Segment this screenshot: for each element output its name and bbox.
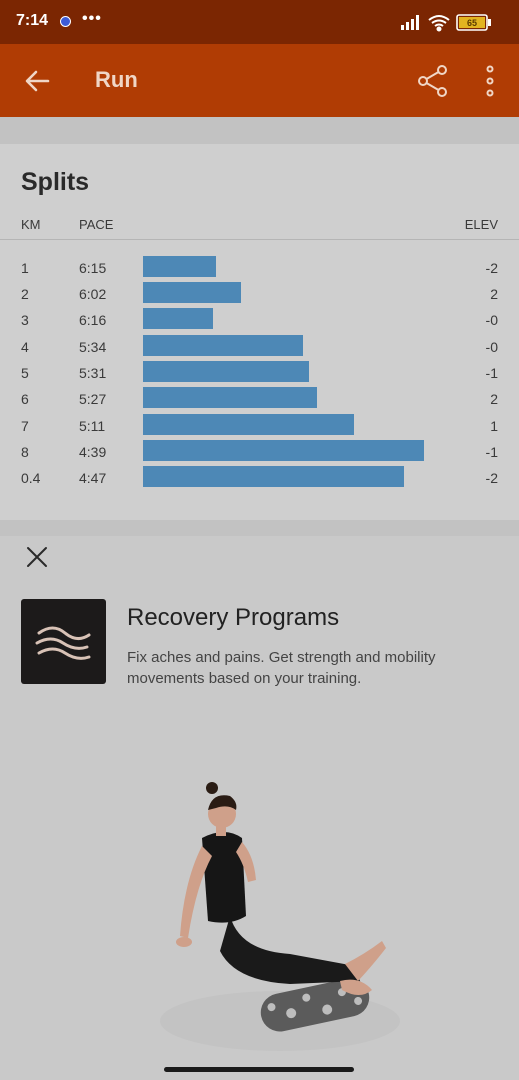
foam-roller-exercise-image <box>160 782 400 1051</box>
split-pace: 5:27 <box>79 391 107 407</box>
status-bar: 7:14 ••• 65 <box>0 0 519 44</box>
pace-bar <box>143 308 213 329</box>
pace-bar <box>143 466 404 487</box>
share-icon[interactable] <box>416 64 450 98</box>
split-row: 0.4 4:47 -2 <box>0 466 519 492</box>
split-km: 6 <box>21 391 29 407</box>
split-km: 3 <box>21 312 29 328</box>
split-km: 4 <box>21 339 29 355</box>
pace-bar <box>143 335 303 356</box>
elev-header: ELEV <box>464 217 498 232</box>
split-km: 0.4 <box>21 470 41 486</box>
more-options-icon[interactable] <box>482 64 498 98</box>
split-elev: -2 <box>485 470 498 486</box>
status-icons: 65 <box>401 14 491 32</box>
split-elev: -1 <box>485 444 498 460</box>
split-elev: 2 <box>490 286 498 302</box>
split-pace: 5:31 <box>79 365 107 381</box>
promo-title: Recovery Programs <box>127 604 340 631</box>
split-km: 5 <box>21 365 29 381</box>
pace-bar <box>143 414 354 435</box>
split-row: 1 6:15 -2 <box>0 256 519 282</box>
split-elev: -0 <box>485 339 498 355</box>
header-divider <box>0 239 519 240</box>
app-bar: Run <box>0 44 519 117</box>
page-title: Run <box>95 67 138 92</box>
signal-icon <box>401 15 419 30</box>
split-row: 3 6:16 -0 <box>0 308 519 334</box>
split-row: 6 5:27 2 <box>0 387 519 413</box>
recovery-promo-card[interactable]: Recovery Programs Fix aches and pains. G… <box>0 536 519 1080</box>
status-time: 7:14 <box>16 12 49 29</box>
section-divider <box>0 117 519 144</box>
split-km: 2 <box>21 286 29 302</box>
split-row: 7 5:11 1 <box>0 414 519 440</box>
split-pace: 5:34 <box>79 339 107 355</box>
close-icon[interactable] <box>25 545 49 569</box>
split-row: 5 5:31 -1 <box>0 361 519 387</box>
km-header: KM <box>21 217 41 232</box>
split-row: 2 6:02 2 <box>0 282 519 308</box>
split-pace: 6:02 <box>79 286 107 302</box>
split-elev: -2 <box>485 260 498 276</box>
split-pace: 4:47 <box>79 470 107 486</box>
split-row: 4 5:34 -0 <box>0 335 519 361</box>
promo-description: Fix aches and pains. Get strength and mo… <box>127 649 436 687</box>
splits-title: Splits <box>21 168 90 196</box>
notification-icon <box>60 16 71 27</box>
split-km: 8 <box>21 444 29 460</box>
splits-section: Splits KM PACE ELEV 1 6:15 -2 2 6:02 2 3… <box>0 144 519 520</box>
split-row: 8 4:39 -1 <box>0 440 519 466</box>
more-notifications-icon: ••• <box>82 10 102 27</box>
home-indicator[interactable] <box>164 1067 354 1072</box>
pace-bar <box>143 387 317 408</box>
split-km: 1 <box>21 260 29 276</box>
pace-bar <box>143 361 309 382</box>
section-divider <box>0 520 519 536</box>
split-pace: 4:39 <box>79 444 107 460</box>
battery-icon: 65 <box>456 14 491 31</box>
split-pace: 6:16 <box>79 312 107 328</box>
wifi-icon <box>428 15 450 32</box>
split-pace: 5:11 <box>79 418 106 434</box>
pace-bar <box>143 256 216 277</box>
split-elev: -1 <box>485 365 498 381</box>
battery-level: 65 <box>467 18 477 28</box>
split-elev: -0 <box>485 312 498 328</box>
pace-bar <box>143 440 424 461</box>
recovery-logo-icon <box>21 599 106 684</box>
pace-bar <box>143 282 241 303</box>
split-pace: 6:15 <box>79 260 107 276</box>
split-elev: 2 <box>490 391 498 407</box>
back-arrow-icon[interactable] <box>22 66 52 96</box>
split-elev: 1 <box>490 418 498 434</box>
pace-header: PACE <box>79 217 114 232</box>
split-km: 7 <box>21 418 29 434</box>
